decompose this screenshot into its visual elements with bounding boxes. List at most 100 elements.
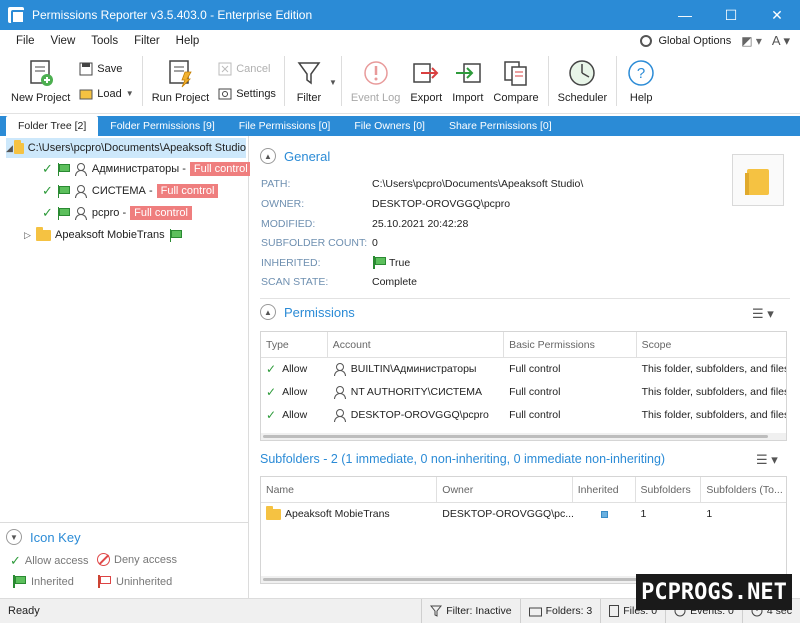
allow-check-icon: ✓ [266, 408, 277, 422]
menu-tools[interactable]: Tools [83, 35, 126, 47]
tab-folder-tree[interactable]: Folder Tree [2] [6, 116, 99, 136]
allow-check-icon: ✓ [42, 183, 53, 198]
tree-account-label: СИСТЕМА - [91, 185, 153, 197]
table-row[interactable]: ✓ Allow DESKTOP-OROVGGQ\pcpro Full contro… [261, 404, 786, 427]
collapse-caret-icon[interactable]: ▲ [260, 304, 276, 320]
details-panel: ▲ General PATH: C:\Users\pcpro\Documents… [250, 136, 800, 598]
import-button[interactable]: Import [447, 56, 488, 108]
account-cell: BUILTIN\Администраторы [350, 363, 477, 375]
collapse-icon[interactable]: ◢ [6, 143, 14, 154]
table-row[interactable]: ✓ Allow NT AUTHORITY\СИСТЕМА Full control… [261, 381, 786, 404]
permissions-section-header[interactable]: ▲ Permissions [260, 304, 355, 320]
permissions-menu-icon[interactable]: ☰ ▾ [752, 306, 774, 322]
tree-permission-item[interactable]: ✓ Администраторы - Full control [42, 159, 252, 179]
new-project-icon [29, 60, 53, 86]
col-subfolders-total[interactable]: Subfolders (To... [701, 477, 786, 502]
col-subfolders[interactable]: Subfolders [636, 477, 702, 502]
event-log-icon [363, 61, 388, 85]
inherited-flag-icon [169, 228, 183, 242]
theme-dropdown[interactable]: ◩ ▾ [741, 34, 762, 48]
minimize-button[interactable]: — [662, 0, 708, 30]
toolbar-separator [340, 56, 342, 106]
help-label: Help [629, 92, 653, 104]
filter-dropdown-icon[interactable]: ▼ [329, 78, 337, 87]
modified-value: 25.10.2021 20:42:28 [372, 218, 469, 230]
save-label: Save [97, 62, 123, 75]
import-label: Import [452, 92, 484, 104]
menu-file[interactable]: File [8, 35, 43, 47]
icon-key-panel: ▼ Icon Key ✓ Allow access Deny access In… [0, 522, 249, 598]
run-project-button[interactable]: Run Project [147, 56, 214, 108]
col-inherited[interactable]: Inherited [573, 477, 636, 502]
expand-icon[interactable]: ▷ [24, 230, 36, 241]
permission-badge: Full control [189, 162, 252, 176]
user-icon [74, 162, 87, 176]
font-size-dropdown[interactable]: A ▾ [772, 33, 790, 49]
key-uninherited-label: Uninherited [116, 575, 173, 588]
subfolders-title: Subfolders - 2 (1 immediate, 0 non-inher… [260, 452, 666, 466]
user-icon [333, 386, 346, 399]
collapse-caret-icon[interactable]: ▼ [6, 529, 22, 545]
tree-root-label: C:\Users\pcpro\Documents\Apeaksoft Studi… [27, 142, 246, 154]
new-project-button[interactable]: New Project [6, 56, 75, 108]
menu-filter[interactable]: Filter [126, 35, 168, 47]
general-section-header[interactable]: ▲ General [260, 148, 330, 164]
permissions-title: Permissions [284, 304, 355, 320]
subfolders-header-row: Name Owner Inherited Subfolders Subfolde… [261, 477, 786, 503]
close-button[interactable]: ✕ [754, 0, 800, 30]
folder-icon [36, 226, 51, 241]
tree-subfolder-item[interactable]: ▷ Apeaksoft MobieTrans [24, 225, 186, 245]
tree-permission-item[interactable]: ✓ pcpro - Full control [42, 203, 192, 223]
col-type[interactable]: Type [261, 332, 328, 357]
folder-icon [266, 506, 281, 520]
status-folders-label: Folders: 3 [545, 605, 593, 617]
maximize-button[interactable]: ☐ [708, 0, 754, 30]
load-dropdown-icon[interactable]: ▼ [126, 89, 134, 98]
allow-check-icon: ✓ [266, 362, 277, 376]
scope-cell: This folder, subfolders, and files [641, 386, 786, 398]
key-allow: ✓ Allow access [10, 553, 88, 569]
col-basic-permissions[interactable]: Basic Permissions [504, 332, 637, 357]
scheduler-button[interactable]: Scheduler [553, 56, 613, 108]
event-log-button[interactable]: Event Log [346, 56, 406, 108]
status-filter[interactable]: Filter: Inactive [421, 598, 519, 623]
filter-button[interactable]: Filter [289, 56, 329, 108]
new-project-label: New Project [11, 92, 71, 104]
tree-permission-item[interactable]: ✓ СИСТЕМА - Full control [42, 181, 219, 201]
export-button[interactable]: Export [405, 56, 447, 108]
collapse-caret-icon[interactable]: ▲ [260, 148, 276, 164]
help-button[interactable]: ? Help [621, 56, 661, 108]
col-account[interactable]: Account [328, 332, 505, 357]
icon-key-header[interactable]: ▼ Icon Key [6, 529, 81, 545]
horizontal-scrollbar[interactable] [261, 433, 786, 440]
deny-icon [97, 553, 110, 566]
settings-button[interactable]: Settings [218, 83, 276, 105]
key-allow-label: Allow access [24, 555, 89, 567]
menu-help[interactable]: Help [168, 35, 208, 47]
menu-view[interactable]: View [43, 35, 84, 47]
col-name[interactable]: Name [261, 477, 438, 502]
col-owner[interactable]: Owner [437, 477, 573, 502]
subfolders-section-header[interactable]: Subfolders - 2 (1 immediate, 0 non-inher… [260, 452, 665, 466]
tree-root-item[interactable]: ◢ C:\Users\pcpro\Documents\Apeaksoft Stu… [6, 138, 246, 158]
tab-folder-permissions[interactable]: Folder Permissions [9] [98, 116, 226, 136]
table-row[interactable]: Apeaksoft MobieTrans DESKTOP-OROVGGQ\pc.… [261, 503, 786, 526]
settings-icon [218, 88, 232, 99]
tab-file-owners[interactable]: File Owners [0] [342, 116, 437, 136]
table-row[interactable]: ✓ Allow BUILTIN\Администраторы Full contr… [261, 358, 786, 381]
folder-icon [13, 139, 24, 154]
load-button[interactable]: Load ▼ [79, 83, 134, 105]
save-button[interactable]: Save [79, 58, 133, 80]
tab-share-permissions[interactable]: Share Permissions [0] [437, 116, 564, 136]
perm-cell: Full control [509, 363, 561, 375]
global-options-button[interactable]: Global Options [640, 35, 731, 48]
subfolders-menu-icon[interactable]: ☰ ▾ [756, 452, 778, 468]
col-scope[interactable]: Scope [637, 332, 786, 357]
watermark: PCPROGS.NET [636, 574, 792, 610]
cancel-button[interactable]: Cancel [218, 58, 276, 80]
compare-button[interactable]: Compare [488, 56, 543, 108]
filter-icon [430, 605, 443, 617]
tab-file-permissions[interactable]: File Permissions [0] [227, 116, 343, 136]
user-icon [333, 363, 346, 376]
subfolders-total-cell: 1 [706, 508, 713, 520]
